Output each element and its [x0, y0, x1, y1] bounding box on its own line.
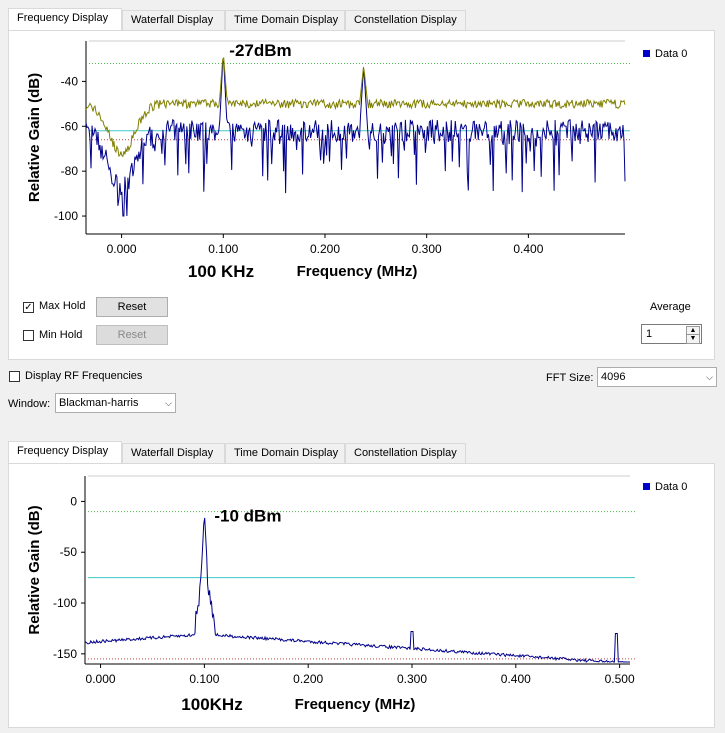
x-tick-label: 0.200: [310, 242, 340, 256]
y-tick-label: -40: [61, 74, 79, 88]
legend-label: Data 0: [655, 481, 687, 493]
data-0-series: [85, 59, 626, 217]
y-tick-label: -50: [60, 545, 78, 559]
x-tick-label: 0.400: [513, 242, 543, 256]
min-hold-label: Min Hold: [39, 329, 83, 341]
frequency-annotation: 100 KHz: [188, 262, 254, 281]
min-hold-checkbox[interactable]: [23, 330, 34, 341]
tab-constellation-display[interactable]: Constellation Display: [345, 10, 466, 30]
max-hold-checkbox[interactable]: ✓: [23, 302, 34, 313]
x-tick-label: 0.300: [397, 672, 427, 686]
window-value: Blackman-harris: [59, 397, 139, 409]
legend-swatch: [643, 50, 650, 57]
fft-size-label: FFT Size:: [546, 372, 594, 384]
max-hold-reset-button[interactable]: Reset: [96, 297, 168, 317]
display-rf-frequencies-checkbox[interactable]: [9, 371, 20, 382]
tab-waterfall-display[interactable]: Waterfall Display: [122, 443, 225, 463]
x-tick-label: 0.100: [189, 672, 219, 686]
tab-waterfall-display[interactable]: Waterfall Display: [122, 10, 225, 30]
window-label: Window:: [8, 398, 51, 410]
x-tick-label: 0.400: [501, 672, 531, 686]
max-hold-label: Max Hold: [39, 300, 86, 312]
average-value: 1: [646, 328, 653, 340]
y-axis-label: Relative Gain (dB): [26, 73, 43, 202]
fft-size-select[interactable]: 4096 ⌵: [597, 367, 717, 387]
bottom-tab-bar: Frequency Display Waterfall Display Time…: [8, 441, 468, 463]
top-tab-bar: Frequency Display Waterfall Display Time…: [8, 8, 468, 30]
frequency-annotation: 100KHz: [181, 695, 242, 714]
y-tick-label: -150: [53, 647, 77, 661]
tab-time-domain-display[interactable]: Time Domain Display: [225, 443, 345, 463]
top-panel: -40 -60 -80 -100 0.000 0.100 0.200 0.300 0.400 Re…: [8, 30, 715, 360]
chevron-down-icon: ⌵: [706, 372, 713, 382]
bottom-spectrum-chart: 0 -50 -100 -150 0.000 0.100 0.200 0.300 0.400 0.5…: [26, 475, 687, 714]
max-hold-series: [85, 56, 626, 158]
y-axis-label: Relative Gain (dB): [26, 505, 43, 634]
x-tick-label: 0.100: [208, 242, 238, 256]
bottom-panel: 0 -50 -100 -150 0.000 0.100 0.200 0.300 0.400 0.5…: [8, 463, 715, 728]
fft-size-value: 4096: [601, 371, 626, 383]
y-tick-label: -100: [53, 596, 77, 610]
peak-annotation: -10 dBm: [214, 507, 281, 526]
tab-frequency-display[interactable]: Frequency Display: [8, 8, 122, 30]
average-spinbox[interactable]: 1 ▲ ▼: [641, 324, 702, 344]
legend-label: Data 0: [655, 48, 687, 60]
tab-constellation-display[interactable]: Constellation Display: [345, 443, 466, 463]
x-tick-label: 0.000: [86, 672, 116, 686]
average-label: Average: [650, 301, 691, 313]
chevron-down-icon: ⌵: [165, 398, 172, 408]
y-tick-label: 0: [70, 494, 77, 508]
window-select[interactable]: Blackman-harris ⌵: [55, 393, 176, 413]
spin-down-icon[interactable]: ▼: [686, 334, 700, 344]
y-tick-label: -60: [61, 119, 79, 133]
tab-time-domain-display[interactable]: Time Domain Display: [225, 10, 345, 30]
y-tick-label: -80: [61, 164, 79, 178]
min-hold-reset-button[interactable]: Reset: [96, 325, 168, 345]
legend-swatch: [643, 483, 650, 490]
tab-frequency-display[interactable]: Frequency Display: [8, 441, 122, 463]
top-spectrum-chart: -40 -60 -80 -100 0.000 0.100 0.200 0.300 0.400 Re…: [26, 40, 687, 281]
y-tick-label: -100: [54, 209, 78, 223]
x-tick-label: 0.000: [107, 242, 137, 256]
x-axis-label: Frequency (MHz): [297, 263, 418, 280]
x-axis-label: Frequency (MHz): [295, 696, 416, 713]
data-0-series: [84, 517, 630, 663]
x-tick-label: 0.300: [412, 242, 442, 256]
peak-annotation: -27dBm: [229, 41, 291, 60]
x-tick-label: 0.200: [293, 672, 323, 686]
display-rf-frequencies-label: Display RF Frequencies: [25, 370, 143, 382]
x-tick-label: 0.500: [605, 672, 635, 686]
